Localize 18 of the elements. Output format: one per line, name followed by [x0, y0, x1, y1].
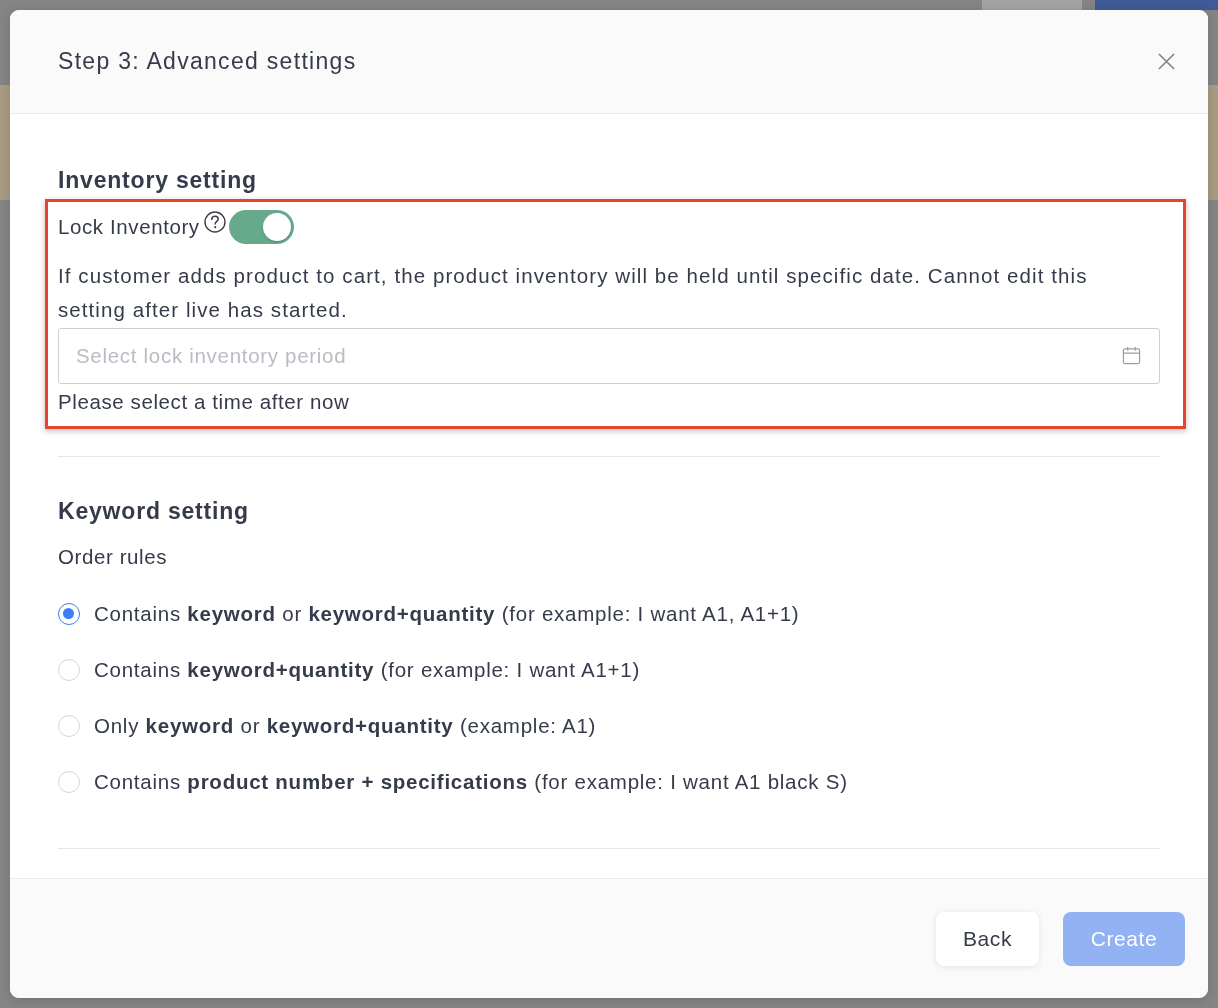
section-heading: Keyword setting — [58, 497, 250, 526]
lock-inventory-toggle[interactable] — [228, 210, 294, 244]
order-rule-option[interactable]: Contains keyword or keyword+quantity (for example: I want A1, A1+1) — [94, 602, 800, 626]
dialog-title: Step 3: Advanced settings — [58, 48, 357, 75]
lock-inventory-description: If customer adds product to cart, the product inventory will be held until specific date. Cannot edit this setting after live has started. — [58, 263, 1089, 323]
close-icon[interactable] — [1158, 53, 1175, 70]
lock-inventory-label: Lock Inventory — [58, 215, 200, 239]
help-icon[interactable] — [203, 211, 226, 233]
calendar-icon[interactable] — [1122, 346, 1141, 365]
order-rule-option[interactable]: Contains product number + specifications (for example: I want A1 black S) — [94, 770, 848, 794]
field-hint: Please select a time after now — [58, 389, 351, 415]
order-rules-label: Order rules — [58, 544, 169, 570]
lock-period-field[interactable]: Select lock inventory period — [58, 328, 1160, 384]
radio-button[interactable] — [58, 603, 80, 625]
section-heading: Inventory setting — [58, 166, 258, 195]
back-button[interactable]: Back — [936, 911, 1039, 966]
order-rule-option[interactable]: Contains keyword+quantity (for example: I want A1+1) — [94, 658, 641, 682]
order-rule-option[interactable]: Only keyword or keyword+quantity (example: A1) — [94, 714, 597, 738]
